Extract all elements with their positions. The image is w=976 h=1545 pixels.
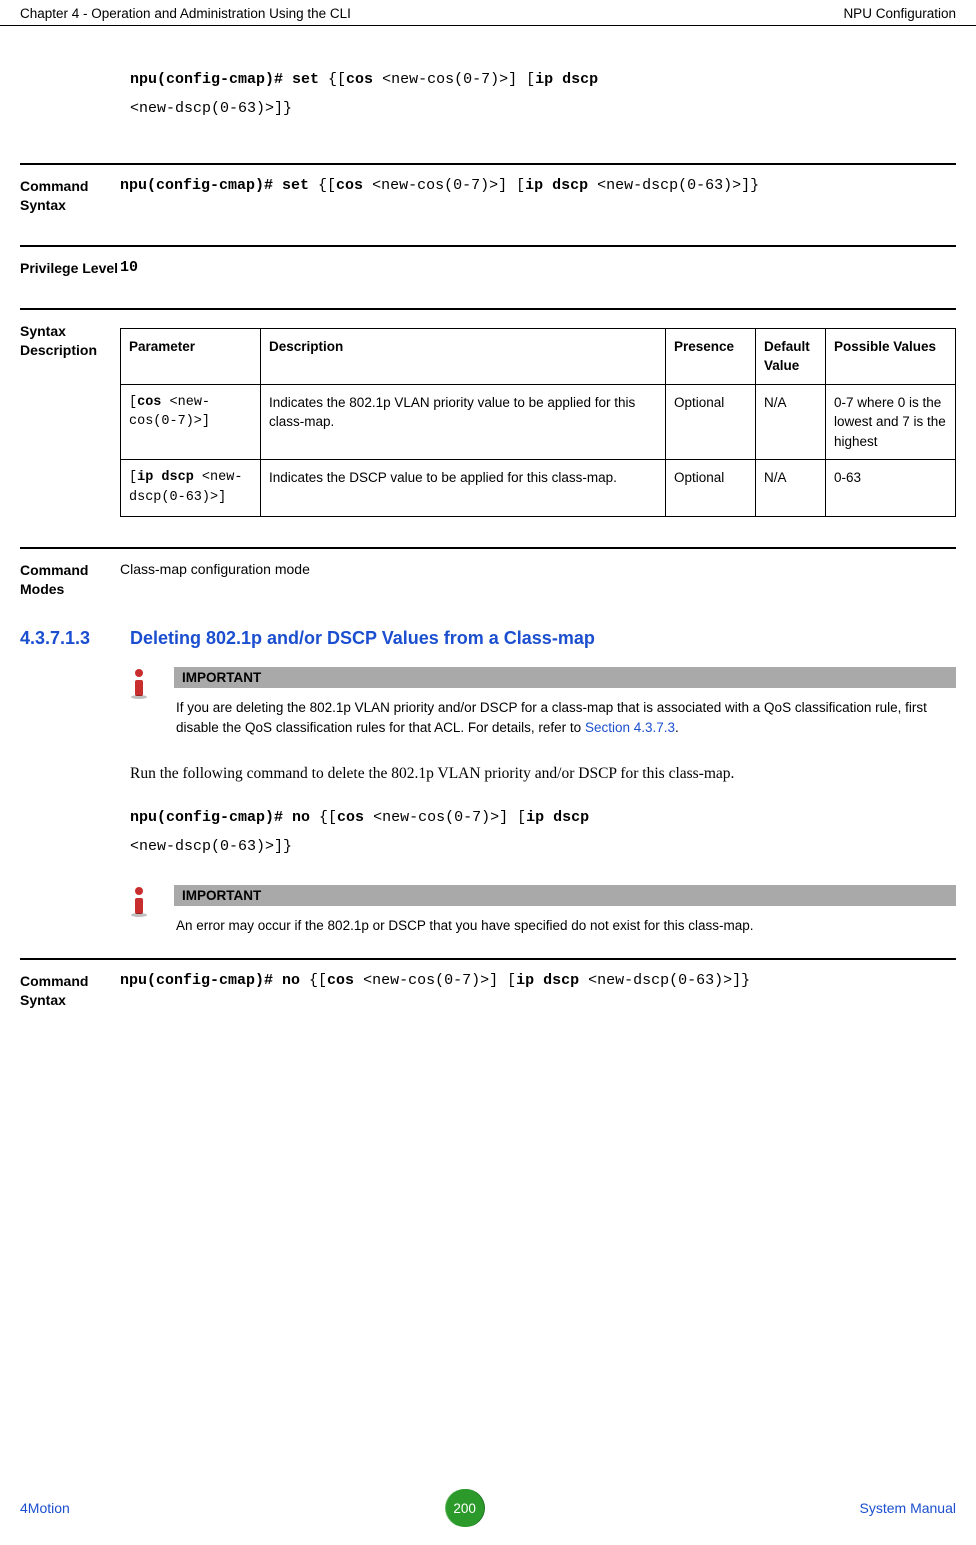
cs2-cos: cos (327, 972, 354, 989)
important-text: An error may occur if the 802.1p or DSCP… (174, 916, 956, 936)
important-note-1: IMPORTANT If you are deleting the 802.1p… (130, 667, 956, 737)
cs-ipdscp: ip dscp (525, 177, 588, 194)
command-syntax2-row: Command Syntax npu(config-cmap)# no {[co… (20, 958, 956, 1010)
command-syntax2-content: npu(config-cmap)# no {[cos <new-cos(0-7)… (120, 972, 956, 1010)
param-pre: [ (129, 470, 137, 485)
th-default: Default Value (756, 328, 826, 384)
td-param: [ip dscp <new-dscp(0-63)>] (121, 460, 261, 516)
important-head: IMPORTANT (174, 885, 956, 906)
command-modes-label: Command Modes (20, 561, 120, 599)
header-left: Chapter 4 - Operation and Administration… (20, 6, 351, 21)
important-after: . (675, 720, 679, 735)
cmd-ipdscp: ip dscp (535, 71, 598, 88)
footer-right[interactable]: System Manual (860, 1500, 956, 1516)
td-possible: 0-63 (826, 460, 956, 516)
cs2-seg: <new-dscp(0-63)>]} (579, 972, 750, 989)
table-header-row: Parameter Description Presence Default V… (121, 328, 956, 384)
cmdno-seg: <new-cos(0-7)>] [ (364, 809, 526, 826)
param-pre: [ (129, 395, 137, 410)
privilege-label: Privilege Level (20, 259, 120, 278)
cs2-ipdscp: ip dscp (516, 972, 579, 989)
td-default: N/A (756, 460, 826, 516)
cs-cos: cos (336, 177, 363, 194)
th-possible: Possible Values (826, 328, 956, 384)
td-presence: Optional (666, 384, 756, 460)
syntax-desc-row: Syntax Description Parameter Description… (20, 308, 956, 517)
cs2-seg: {[ (300, 972, 327, 989)
command-intro: npu(config-cmap)# set {[cos <new-cos(0-7… (130, 66, 956, 123)
command-syntax-row: Command Syntax npu(config-cmap)# set {[c… (20, 163, 956, 215)
privilege-value: 10 (120, 259, 956, 278)
td-desc: Indicates the 802.1p VLAN priority value… (261, 384, 666, 460)
td-param: [cos <new-cos(0-7)>] (121, 384, 261, 460)
cmd-seg: {[ (319, 71, 346, 88)
cs2-seg: <new-cos(0-7)>] [ (354, 972, 516, 989)
td-possible: 0-7 where 0 is the lowest and 7 is the h… (826, 384, 956, 460)
cmd-prefix: npu(config-cmap)# set (130, 71, 319, 88)
important-head: IMPORTANT (174, 667, 956, 688)
cmdno-prefix: npu(config-cmap)# no (130, 809, 310, 826)
th-parameter: Parameter (121, 328, 261, 384)
cs2-prefix: npu(config-cmap)# no (120, 972, 300, 989)
section-heading: 4.3.7.1.3 Deleting 802.1p and/or DSCP Va… (20, 628, 956, 649)
syntax-desc-label: Syntax Description (20, 322, 120, 517)
command-syntax-label: Command Syntax (20, 177, 120, 215)
important-text: If you are deleting the 802.1p VLAN prio… (174, 698, 956, 737)
header-right: NPU Configuration (843, 6, 956, 21)
command-syntax2-label: Command Syntax (20, 972, 120, 1010)
section-title: Deleting 802.1p and/or DSCP Values from … (130, 628, 595, 649)
command-modes-value: Class-map configuration mode (120, 561, 956, 599)
cmdno-seg: {[ (310, 809, 337, 826)
run-command-paragraph: Run the following command to delete the … (130, 760, 956, 789)
th-presence: Presence (666, 328, 756, 384)
cmdno-line2: <new-dscp(0-63)>]} (130, 838, 292, 855)
param-bold: ip dscp (137, 470, 194, 485)
cmdno-ipdscp: ip dscp (526, 809, 589, 826)
header-divider (0, 25, 976, 26)
section-link[interactable]: Section 4.3.7.3 (585, 720, 675, 735)
td-presence: Optional (666, 460, 756, 516)
privilege-row: Privilege Level 10 (20, 245, 956, 278)
command-syntax-content: npu(config-cmap)# set {[cos <new-cos(0-7… (120, 177, 956, 215)
cmd-line2: <new-dscp(0-63)>]} (130, 100, 292, 117)
syntax-table: Parameter Description Presence Default V… (120, 328, 956, 517)
command-no: npu(config-cmap)# no {[cos <new-cos(0-7)… (130, 804, 956, 861)
footer: 4Motion 200 System Manual (0, 1489, 976, 1527)
syntax-desc-content: Parameter Description Presence Default V… (120, 322, 956, 517)
table-row: [ip dscp <new-dscp(0-63)>] Indicates the… (121, 460, 956, 516)
important-text-body: If you are deleting the 802.1p VLAN prio… (176, 700, 927, 735)
cs-seg: <new-dscp(0-63)>]} (588, 177, 759, 194)
important-icon (130, 885, 174, 936)
important-note-2: IMPORTANT An error may occur if the 802.… (130, 885, 956, 936)
cs-prefix: npu(config-cmap)# set (120, 177, 309, 194)
td-default: N/A (756, 384, 826, 460)
important-icon (130, 667, 174, 737)
th-description: Description (261, 328, 666, 384)
cmd-cos: cos (346, 71, 373, 88)
cs-seg: <new-cos(0-7)>] [ (363, 177, 525, 194)
table-row: [cos <new-cos(0-7)>] Indicates the 802.1… (121, 384, 956, 460)
footer-left[interactable]: 4Motion (20, 1500, 70, 1516)
td-desc: Indicates the DSCP value to be applied f… (261, 460, 666, 516)
cmd-seg: <new-cos(0-7)>] [ (373, 71, 535, 88)
cmdno-cos: cos (337, 809, 364, 826)
page-number-badge: 200 (446, 1489, 484, 1527)
cs-seg: {[ (309, 177, 336, 194)
param-bold: cos (137, 395, 161, 410)
section-number: 4.3.7.1.3 (20, 628, 130, 649)
command-modes-row: Command Modes Class-map configuration mo… (20, 547, 956, 599)
privilege-value-text: 10 (120, 259, 138, 276)
